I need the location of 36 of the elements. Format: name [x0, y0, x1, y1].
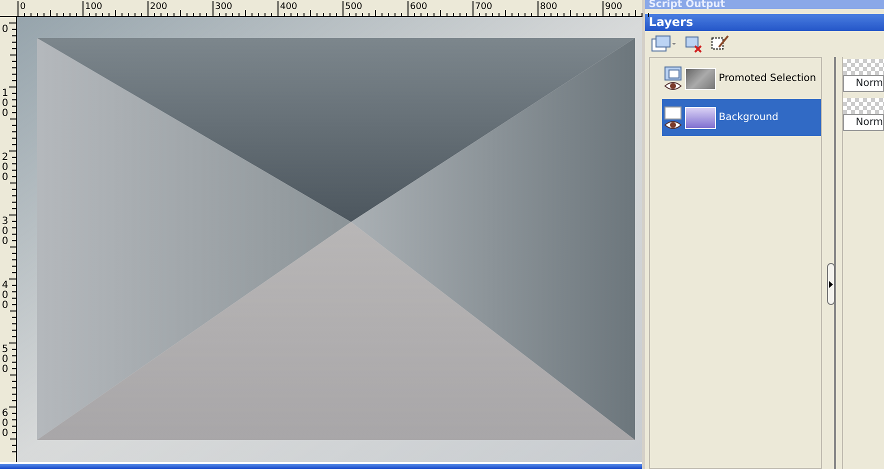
layer-thumbnail	[684, 106, 716, 128]
ruler-label: 400	[280, 3, 298, 12]
ruler-label: 800	[540, 3, 558, 12]
ruler-label: 500	[1, 345, 9, 375]
layer-type-icon	[664, 105, 682, 120]
ruler-label: 500	[345, 3, 362, 12]
layer-type-icon	[664, 66, 682, 81]
ruler-label: 700	[475, 3, 492, 12]
ruler-label: 300	[1, 217, 9, 247]
ruler-label: 0	[20, 3, 26, 12]
visibility-eye-icon[interactable]	[664, 81, 682, 91]
ruler-label: 200	[1, 153, 9, 183]
scroll-bar[interactable]	[0, 462, 642, 469]
splitter-handle[interactable]	[826, 263, 835, 305]
ruler-label: 200	[150, 3, 168, 12]
palette-title: Layers	[644, 14, 884, 31]
ruler-label: 400	[1, 281, 9, 311]
layer-row[interactable]: Background	[662, 99, 821, 136]
layer-thumbnail	[684, 68, 716, 90]
delete-layer-icon[interactable]	[684, 35, 703, 53]
ruler-label: 300	[215, 3, 232, 12]
ruler-label: 600	[410, 3, 428, 12]
ruler-label: 0	[1, 25, 9, 35]
ruler-label: 600	[1, 409, 9, 439]
transparency-thumbnail	[842, 59, 884, 75]
layer-row[interactable]: Promoted Selection	[662, 60, 821, 97]
blend-mode-field[interactable]: Norm	[842, 75, 884, 92]
visibility-eye-icon[interactable]	[664, 120, 682, 130]
blend-mode-field[interactable]: Norm	[842, 114, 884, 131]
layer-name: Background	[718, 111, 778, 125]
layer-name: Promoted Selection	[718, 72, 816, 86]
new-layer-icon[interactable]	[650, 35, 677, 53]
ruler-label: 100	[85, 3, 102, 12]
transparency-thumbnail	[842, 98, 884, 114]
ruler-label: 100	[1, 89, 9, 119]
ruler-label: 900	[605, 3, 622, 12]
